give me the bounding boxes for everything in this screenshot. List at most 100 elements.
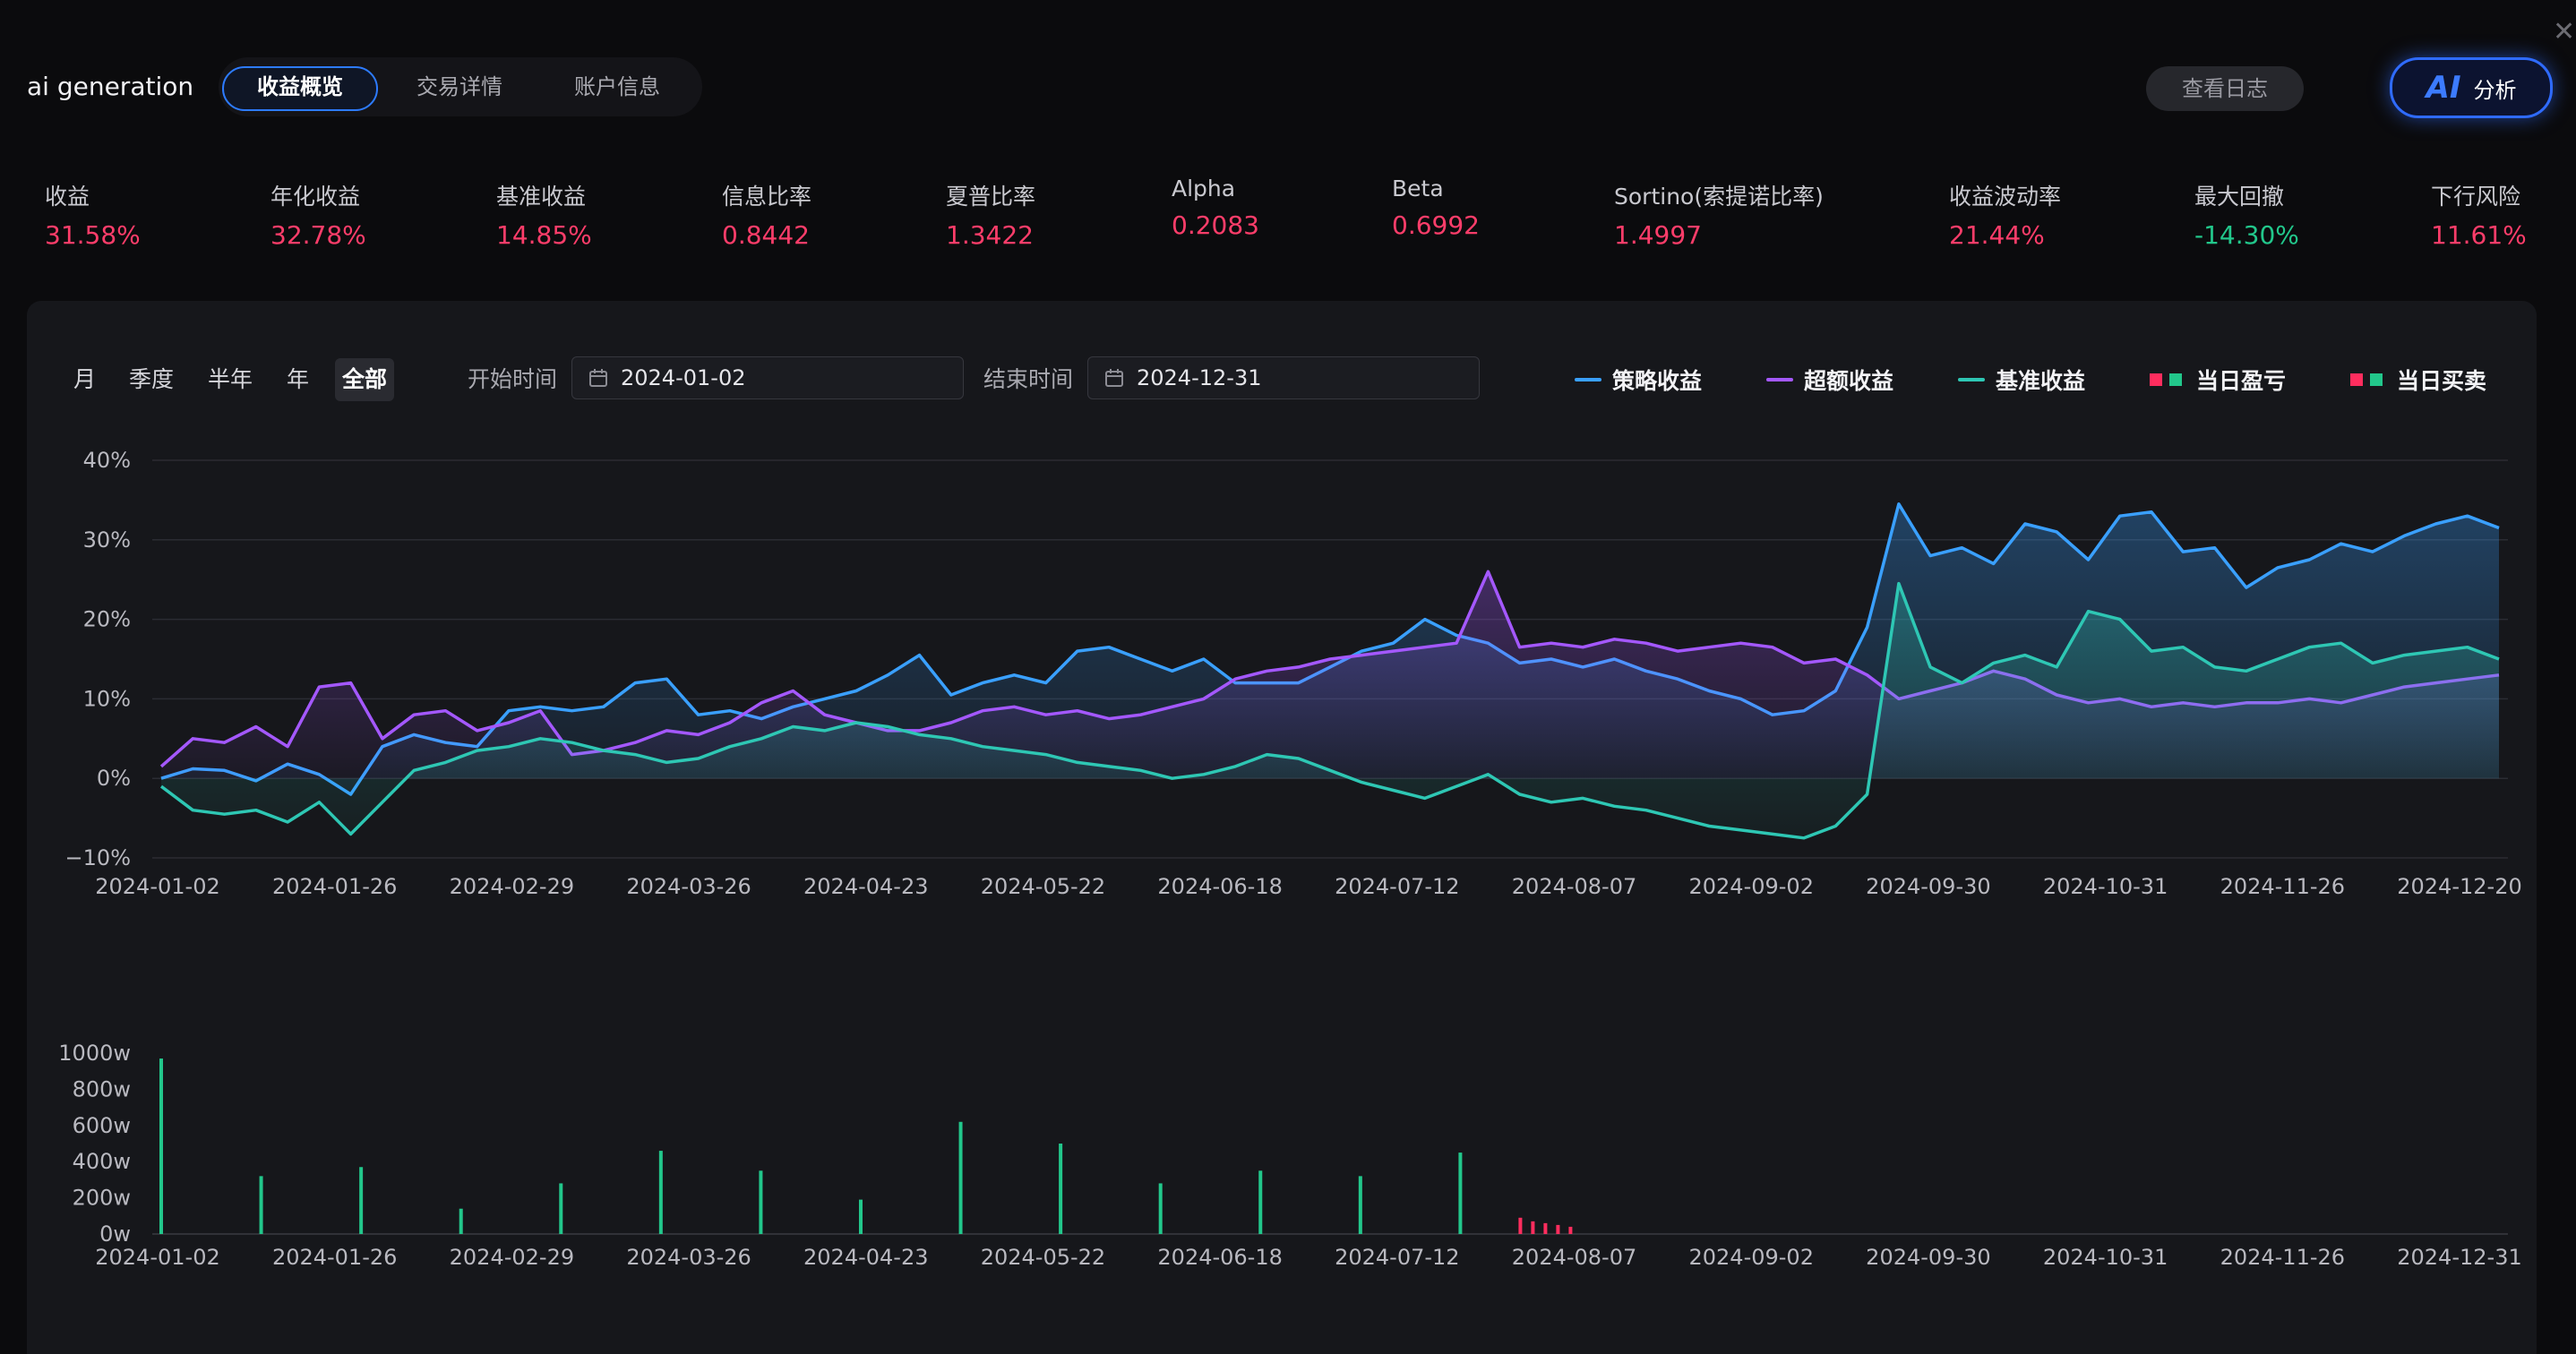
app-window: ai generation 收益概览 交易详情 账户信息 查看日志 AI 分析 … <box>0 0 2576 1354</box>
start-date-field[interactable]: 2024-01-02 <box>571 356 964 399</box>
x-tick-label: 2024-05-22 <box>981 1245 1105 1270</box>
legend-line-swatch <box>1766 378 1793 381</box>
metric-value: 14.85% <box>496 220 592 250</box>
buy-bar <box>1158 1183 1163 1234</box>
metric-label: 年化收益 <box>270 184 361 210</box>
y-tick-label: 0w <box>99 1221 131 1247</box>
buy-bar <box>858 1199 863 1234</box>
metric-label: 夏普比率 <box>946 184 1036 210</box>
x-tick-label: 2024-01-26 <box>272 874 397 899</box>
x-tick-label: 2024-02-29 <box>450 874 574 899</box>
period-quarter[interactable]: 季度 <box>122 358 181 401</box>
metric-value: 1.3422 <box>946 220 1034 250</box>
ai-analysis-button[interactable]: AI 分析 <box>2390 57 2553 118</box>
x-tick-label: 2024-01-26 <box>272 1245 397 1270</box>
x-tick-label: 2024-04-23 <box>803 1245 928 1270</box>
y-tick-label: 800w <box>73 1076 131 1101</box>
buy-bar <box>1358 1176 1362 1234</box>
legend-daily-pnl[interactable]: 当日盈亏 <box>2150 358 2286 401</box>
end-date-field[interactable]: 2024-12-31 <box>1087 356 1480 399</box>
metric-return: 收益 31.58% <box>45 179 141 250</box>
ai-logo-icon: AI <box>2426 70 2461 106</box>
buy-bar <box>759 1170 763 1234</box>
x-tick-label: 2024-03-26 <box>626 1245 751 1270</box>
x-tick-label: 2024-12-20 <box>2397 874 2521 899</box>
y-tick-label: −10% <box>65 845 131 870</box>
tab-trade-details[interactable]: 交易详情 <box>383 66 536 107</box>
legend-label: 当日买卖 <box>2397 368 2487 394</box>
legend-excess-return[interactable]: 超额收益 <box>1766 358 1893 401</box>
period-month[interactable]: 月 <box>66 358 103 401</box>
sell-bar <box>1531 1221 1535 1234</box>
x-tick-label: 2024-04-23 <box>803 874 928 899</box>
legend-strategy-return[interactable]: 策略收益 <box>1575 358 1702 401</box>
buy-bar <box>259 1176 263 1234</box>
metric-value: 0.6992 <box>1392 210 1480 240</box>
x-tick-label: 2024-02-29 <box>450 1245 574 1270</box>
x-tick-label: 2024-09-30 <box>1866 874 1990 899</box>
x-tick-label: 2024-07-12 <box>1335 1245 1459 1270</box>
buy-bar <box>1258 1170 1263 1234</box>
x-tick-label: 2024-09-02 <box>1688 874 1813 899</box>
y-tick-label: 600w <box>73 1113 131 1138</box>
returns-line-chart: −10% 0% 10% 20% 30% 40% 2024-01-02 2024-01-26 20… <box>65 448 2522 899</box>
legend-benchmark-return[interactable]: 基准收益 <box>1958 358 2085 401</box>
x-tick-label: 2024-09-30 <box>1866 1245 1990 1270</box>
daily-volume-bar-chart: 0w 200w 400w 600w 800w 1000w 2024-01-02 2024-01… <box>58 1041 2521 1270</box>
metric-label: Sortino(索提诺比率) <box>1614 184 1824 210</box>
legend-label: 当日盈亏 <box>2196 368 2287 394</box>
end-date-label: 结束时间 <box>983 366 1074 392</box>
tab-overview[interactable]: 收益概览 <box>222 66 378 111</box>
period-year[interactable]: 年 <box>279 358 316 401</box>
buy-bar <box>559 1183 563 1234</box>
sell-bar <box>1518 1217 1523 1234</box>
metric-value: 0.8442 <box>722 220 810 250</box>
close-icon[interactable]: ✕ <box>2553 16 2575 47</box>
metric-value: 32.78% <box>270 220 366 250</box>
metric-beta: Beta 0.6992 <box>1392 176 1480 240</box>
x-tick-label: 2024-06-18 <box>1157 1245 1282 1270</box>
metric-label: 下行风险 <box>2431 184 2521 210</box>
buy-bar <box>1059 1144 1063 1234</box>
period-half-year[interactable]: 半年 <box>201 358 260 401</box>
buy-bar <box>459 1208 463 1234</box>
x-tick-label: 2024-12-31 <box>2397 1245 2521 1270</box>
buy-bar <box>658 1151 663 1234</box>
x-tick-label: 2024-07-12 <box>1335 874 1459 899</box>
y-tick-label: 400w <box>73 1149 131 1174</box>
metric-downside-risk: 下行风险 11.61% <box>2431 179 2527 250</box>
start-date-label: 开始时间 <box>468 366 558 392</box>
y-tick-label: 20% <box>83 607 131 632</box>
sell-bar <box>1568 1226 1573 1234</box>
period-all[interactable]: 全部 <box>335 358 395 401</box>
tab-account-info[interactable]: 账户信息 <box>541 66 693 107</box>
buy-bar <box>159 1058 163 1234</box>
x-tick-label: 2024-11-26 <box>2220 1245 2345 1270</box>
metric-label: Alpha <box>1172 176 1236 201</box>
legend-green-swatch <box>2169 373 2182 386</box>
y-tick-label: 30% <box>83 527 131 553</box>
legend-red-swatch <box>2350 373 2363 386</box>
buy-bar <box>1458 1153 1463 1234</box>
x-tick-label: 2024-01-02 <box>95 874 219 899</box>
x-tick-label: 2024-06-18 <box>1157 874 1282 899</box>
buy-bar <box>359 1167 364 1234</box>
view-log-button[interactable]: 查看日志 <box>2146 66 2304 111</box>
metric-sortino-ratio: Sortino(索提诺比率) 1.4997 <box>1614 179 1824 250</box>
metric-max-drawdown: 最大回撤 -14.30% <box>2194 179 2299 250</box>
sell-bar <box>1543 1222 1548 1234</box>
metric-label: 信息比率 <box>722 184 812 210</box>
x-tick-label: 2024-11-26 <box>2220 874 2345 899</box>
metric-value: 11.61% <box>2431 220 2527 250</box>
end-date-value: 2024-12-31 <box>1137 365 1262 390</box>
x-tick-label: 2024-01-02 <box>95 1245 219 1270</box>
x-tick-label: 2024-09-02 <box>1688 1245 1813 1270</box>
sell-bar <box>1556 1224 1560 1234</box>
x-tick-label: 2024-10-31 <box>2043 1245 2168 1270</box>
legend-daily-trades[interactable]: 当日买卖 <box>2350 358 2486 401</box>
metric-value: 1.4997 <box>1614 220 1702 250</box>
metric-label: 基准收益 <box>496 184 587 210</box>
y-tick-label: 1000w <box>58 1041 131 1066</box>
metric-value: -14.30% <box>2194 220 2299 250</box>
legend-green-swatch <box>2370 373 2383 386</box>
